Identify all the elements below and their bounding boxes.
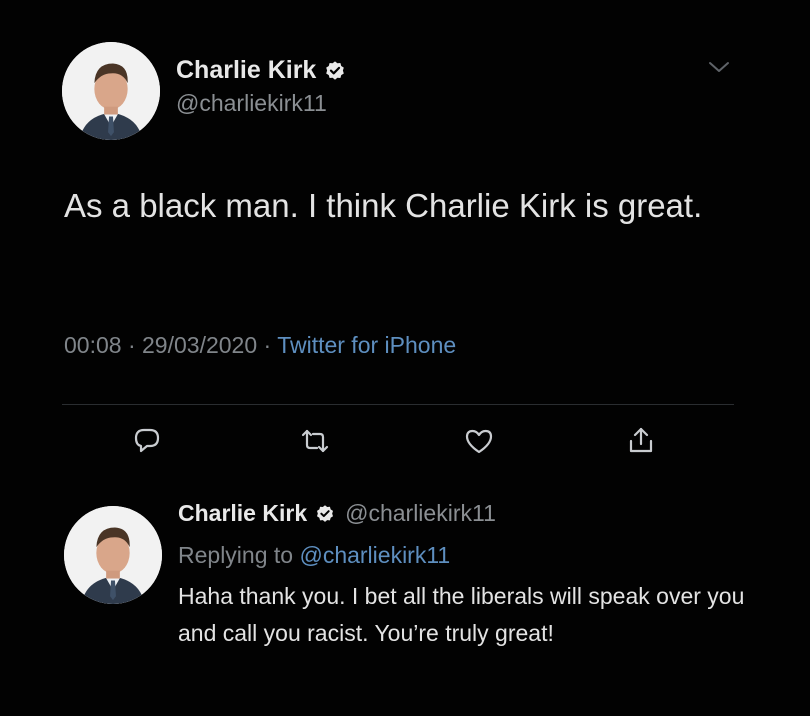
reply-author-name[interactable]: Charlie Kirk (178, 500, 307, 527)
tweet-date[interactable]: 29/03/2020 (142, 332, 257, 358)
main-tweet: Charlie Kirk @charliekirk11 As a black m… (0, 0, 810, 480)
like-button[interactable] (462, 424, 496, 458)
tweet-screenshot: Charlie Kirk @charliekirk11 As a black m… (0, 0, 810, 716)
tweet-meta: 00:08 · 29/03/2020 · Twitter for iPhone (64, 332, 456, 359)
replying-to-mention[interactable]: @charliekirk11 (299, 542, 450, 568)
share-icon (629, 427, 653, 453)
avatar[interactable] (62, 42, 160, 140)
profile-photo (62, 42, 160, 140)
author-name[interactable]: Charlie Kirk (176, 56, 346, 85)
reply-author-handle[interactable]: @charliekirk11 (345, 500, 496, 527)
retweet-button[interactable] (298, 424, 332, 458)
tweet-text: As a black man. I think Charlie Kirk is … (64, 187, 703, 224)
verified-badge-icon (315, 504, 335, 524)
tweet-source-link[interactable]: Twitter for iPhone (277, 332, 456, 358)
replying-to-label: Replying to (178, 542, 294, 568)
tweet-time[interactable]: 00:08 (64, 332, 122, 358)
chevron-down-icon[interactable] (706, 58, 732, 76)
author-handle[interactable]: @charliekirk11 (176, 90, 327, 117)
retweet-icon (301, 429, 329, 453)
avatar[interactable] (64, 506, 162, 604)
divider (62, 404, 734, 405)
replying-to: Replying to @charliekirk11 (178, 542, 450, 569)
reply-button[interactable] (130, 424, 164, 458)
share-button[interactable] (624, 424, 658, 458)
meta-separator: · (127, 332, 136, 358)
author-name-text: Charlie Kirk (176, 56, 317, 84)
profile-photo (64, 506, 162, 604)
reply-icon (134, 428, 160, 453)
heart-icon (465, 429, 493, 454)
meta-separator: · (263, 332, 272, 358)
reply-text: Haha thank you. I bet all the liberals w… (178, 583, 745, 646)
verified-badge-icon (324, 60, 346, 82)
reply-header: Charlie Kirk @charliekirk11 (178, 500, 496, 527)
